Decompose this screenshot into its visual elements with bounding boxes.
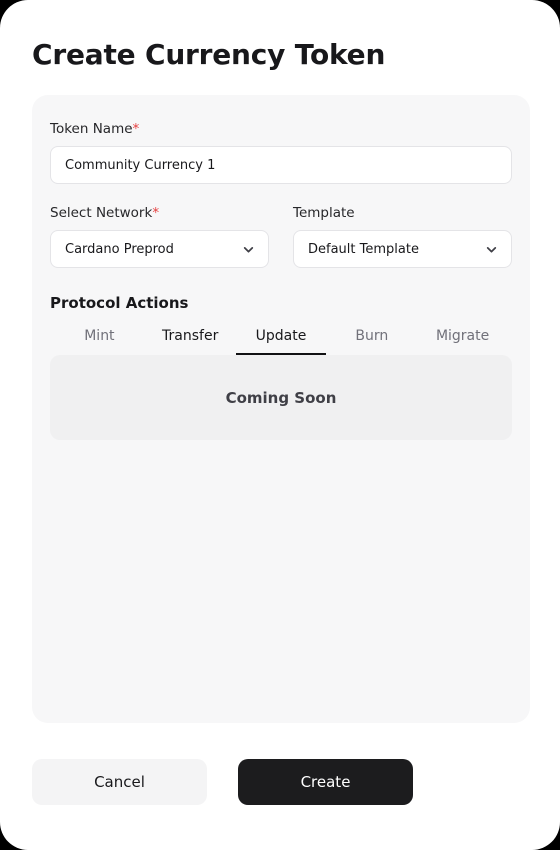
- tab-migrate[interactable]: Migrate: [417, 328, 508, 355]
- footer-actions: Cancel Create: [0, 759, 560, 805]
- chevron-down-icon: [243, 246, 254, 253]
- protocol-actions-title: Protocol Actions: [50, 294, 189, 312]
- app-window: Create Currency Token Token Name* Commun…: [0, 0, 560, 850]
- template-select-value: Default Template: [308, 241, 419, 257]
- template-field-group: Template Default Template: [293, 205, 512, 268]
- create-button[interactable]: Create: [238, 759, 413, 805]
- form-card: Token Name* Community Currency 1 Select …: [32, 95, 530, 723]
- network-select-value: Cardano Preprod: [65, 241, 174, 257]
- network-label: Select Network*: [50, 205, 269, 221]
- tab-mint[interactable]: Mint: [54, 328, 145, 355]
- token-name-input[interactable]: Community Currency 1: [50, 146, 512, 184]
- tab-burn[interactable]: Burn: [326, 328, 417, 355]
- template-label: Template: [293, 205, 355, 221]
- coming-soon-panel: Coming Soon: [50, 355, 512, 440]
- template-select[interactable]: Default Template: [293, 230, 512, 268]
- coming-soon-text: Coming Soon: [225, 388, 337, 407]
- page-title: Create Currency Token: [32, 38, 386, 71]
- tab-transfer[interactable]: Transfer: [145, 328, 236, 355]
- token-name-label: Token Name*: [50, 121, 512, 137]
- cancel-button[interactable]: Cancel: [32, 759, 207, 805]
- chevron-down-icon: [486, 246, 497, 253]
- protocol-actions-tabs: Mint Transfer Update Burn Migrate: [50, 328, 512, 355]
- tab-update[interactable]: Update: [235, 328, 327, 355]
- network-field-group: Select Network* Cardano Preprod: [50, 205, 269, 268]
- required-asterisk: *: [132, 121, 140, 137]
- token-name-label-text: Token Name: [50, 121, 133, 137]
- network-template-row: Select Network* Cardano Preprod Template…: [50, 205, 512, 268]
- required-asterisk: *: [152, 205, 160, 221]
- network-select[interactable]: Cardano Preprod: [50, 230, 269, 268]
- token-name-field-group: Token Name* Community Currency 1: [50, 121, 512, 184]
- network-label-text: Select Network: [50, 205, 153, 221]
